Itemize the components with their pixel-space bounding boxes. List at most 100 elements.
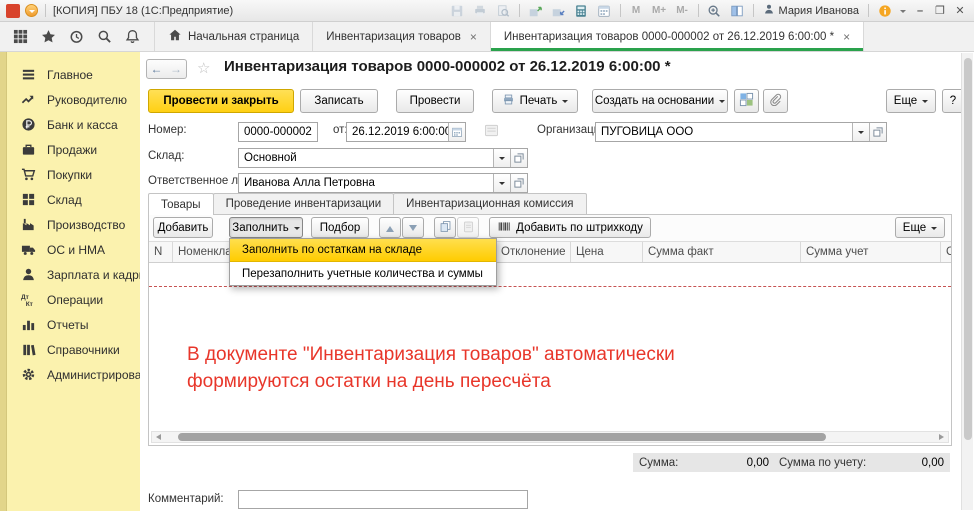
notifications-bell-icon[interactable] xyxy=(122,26,142,48)
history-icon[interactable] xyxy=(66,26,86,48)
sidebar-item-dtkt[interactable]: ДтКтОперации xyxy=(8,287,140,312)
pick-button[interactable]: Подбор xyxy=(311,217,369,238)
column-header[interactable]: Отклонение xyxy=(496,242,571,262)
fill-menu-item[interactable]: Перезаполнить учетные количества и суммы xyxy=(230,262,496,285)
sidebar-item-books[interactable]: Справочники xyxy=(8,337,140,362)
svg-text:Дт: Дт xyxy=(21,294,30,301)
sidebar-item-chart[interactable]: Отчеты xyxy=(8,312,140,337)
memory-m-plus-button[interactable]: M+ xyxy=(650,2,669,19)
scroll-right-icon[interactable] xyxy=(938,434,948,440)
fill-menu-item[interactable]: Заполнить по остаткам на складе xyxy=(230,239,496,262)
form-scrollbar-thumb[interactable] xyxy=(964,58,972,440)
print-icon[interactable] xyxy=(471,2,490,19)
comment-input[interactable] xyxy=(238,490,528,509)
zoom-in-icon[interactable] xyxy=(705,2,724,19)
organization-dropdown-button[interactable] xyxy=(852,123,869,141)
section-tab[interactable]: Проведение инвентаризации xyxy=(213,193,395,214)
column-header[interactable]: Сумма учет xyxy=(801,242,941,262)
sidebar-item-cart[interactable]: Покупки xyxy=(8,162,140,187)
copy-rows-button[interactable] xyxy=(434,217,456,238)
number-input[interactable] xyxy=(238,122,318,142)
sidebar-edge-strip[interactable] xyxy=(0,52,7,511)
responsible-person-field[interactable]: Иванова Алла Петровна xyxy=(238,173,528,193)
exchange-icon[interactable] xyxy=(549,2,568,19)
save-icon[interactable] xyxy=(448,2,467,19)
print-preview-icon[interactable] xyxy=(494,2,513,19)
fill-menu-button[interactable]: Заполнить xyxy=(229,217,303,238)
nav-back-button[interactable]: ← xyxy=(146,59,167,79)
horizontal-scrollbar[interactable] xyxy=(151,431,949,443)
tab-close-icon[interactable]: × xyxy=(470,30,477,44)
books-icon xyxy=(20,342,36,358)
favorite-star-icon[interactable]: ☆ xyxy=(197,59,210,77)
date-field[interactable]: 26.12.2019 6:00:00 xyxy=(346,122,466,142)
section-tab[interactable]: Товары xyxy=(148,193,214,215)
responsible-person-dropdown-button[interactable] xyxy=(493,174,510,192)
memory-m-minus-button[interactable]: M- xyxy=(673,2,692,19)
menu-grid-icon[interactable] xyxy=(10,26,30,48)
memory-m-button[interactable]: M xyxy=(627,2,646,19)
reports-structure-button[interactable] xyxy=(734,89,759,113)
form-more-button[interactable]: Еще xyxy=(886,89,936,113)
split-view-icon[interactable] xyxy=(728,2,747,19)
sidebar-item-menu[interactable]: Главное xyxy=(8,62,140,87)
app-tab[interactable]: Начальная страница xyxy=(154,22,313,51)
paste-rows-button[interactable] xyxy=(457,217,479,238)
close-button[interactable]: ✕ xyxy=(952,3,968,18)
add-row-button[interactable]: Добавить xyxy=(153,217,213,238)
info-menu-caret-icon[interactable] xyxy=(898,2,908,19)
warehouse-open-button[interactable] xyxy=(510,149,527,167)
warehouse-dropdown-button[interactable] xyxy=(493,149,510,167)
print-menu-button[interactable]: Печать xyxy=(492,89,578,113)
date-picker-button[interactable] xyxy=(448,123,465,141)
scrollbar-thumb[interactable] xyxy=(178,433,826,441)
minimize-button[interactable]: – xyxy=(912,3,928,18)
current-user[interactable]: Мария Иванова xyxy=(760,3,862,18)
sidebar-item-gear[interactable]: Администрирование xyxy=(8,362,140,387)
add-by-barcode-button[interactable]: Добавить по штрихкоду xyxy=(489,217,651,238)
date-history-icon[interactable] xyxy=(484,124,499,140)
nav-forward-button[interactable]: → xyxy=(166,59,187,79)
sidebar-item-warehouse[interactable]: Склад xyxy=(8,187,140,212)
sidebar-item-bag[interactable]: Продажи xyxy=(8,137,140,162)
divider xyxy=(620,4,621,17)
column-header[interactable]: Цена xyxy=(571,242,643,262)
write-button[interactable]: Записать xyxy=(300,89,378,113)
favorites-star-icon[interactable] xyxy=(38,26,58,48)
table-more-button[interactable]: Еще xyxy=(895,217,945,238)
sidebar-item-trend[interactable]: Руководителю xyxy=(8,87,140,112)
app-tab[interactable]: Инвентаризация товаров 0000-000002 от 26… xyxy=(491,22,864,51)
move-row-up-button[interactable] xyxy=(379,217,401,238)
column-header[interactable]: Счет учета xyxy=(941,242,951,262)
organization-open-button[interactable] xyxy=(869,123,886,141)
scrollbar-track[interactable] xyxy=(162,432,938,442)
form-vertical-scrollbar[interactable] xyxy=(961,53,973,510)
send-icon[interactable] xyxy=(526,2,545,19)
column-header[interactable]: Сумма факт xyxy=(643,242,801,262)
sidebar-item-label: Продажи xyxy=(47,143,97,157)
sidebar-item-person[interactable]: Зарплата и кадры xyxy=(8,262,140,287)
organization-field[interactable]: ПУГОВИЦА ООО xyxy=(595,122,887,142)
calendar-icon[interactable] xyxy=(595,2,614,19)
sidebar-item-ruble[interactable]: Банк и касса xyxy=(8,112,140,137)
column-header[interactable]: N xyxy=(149,242,173,262)
attachments-button[interactable] xyxy=(763,89,788,113)
system-menu-icon[interactable] xyxy=(25,4,38,17)
tab-close-icon[interactable]: × xyxy=(843,30,850,44)
info-icon[interactable] xyxy=(875,2,894,19)
calculator-icon[interactable] xyxy=(572,2,591,19)
post-button[interactable]: Провести xyxy=(396,89,474,113)
sidebar-item-truck[interactable]: ОС и НМА xyxy=(8,237,140,262)
post-and-close-button[interactable]: Провести и закрыть xyxy=(148,89,294,113)
section-tab[interactable]: Инвентаризационная комиссия xyxy=(393,193,586,214)
warehouse-field[interactable]: Основной xyxy=(238,148,528,168)
search-icon[interactable] xyxy=(94,26,114,48)
document-title: Инвентаризация товаров 0000-000002 от 26… xyxy=(224,58,671,75)
responsible-person-open-button[interactable] xyxy=(510,174,527,192)
restore-button[interactable]: ❐ xyxy=(932,3,948,18)
move-row-down-button[interactable] xyxy=(402,217,424,238)
app-tab[interactable]: Инвентаризация товаров× xyxy=(313,22,491,51)
create-on-base-button[interactable]: Создать на основании xyxy=(592,89,728,113)
scroll-left-icon[interactable] xyxy=(152,434,162,440)
sidebar-item-factory[interactable]: Производство xyxy=(8,212,140,237)
